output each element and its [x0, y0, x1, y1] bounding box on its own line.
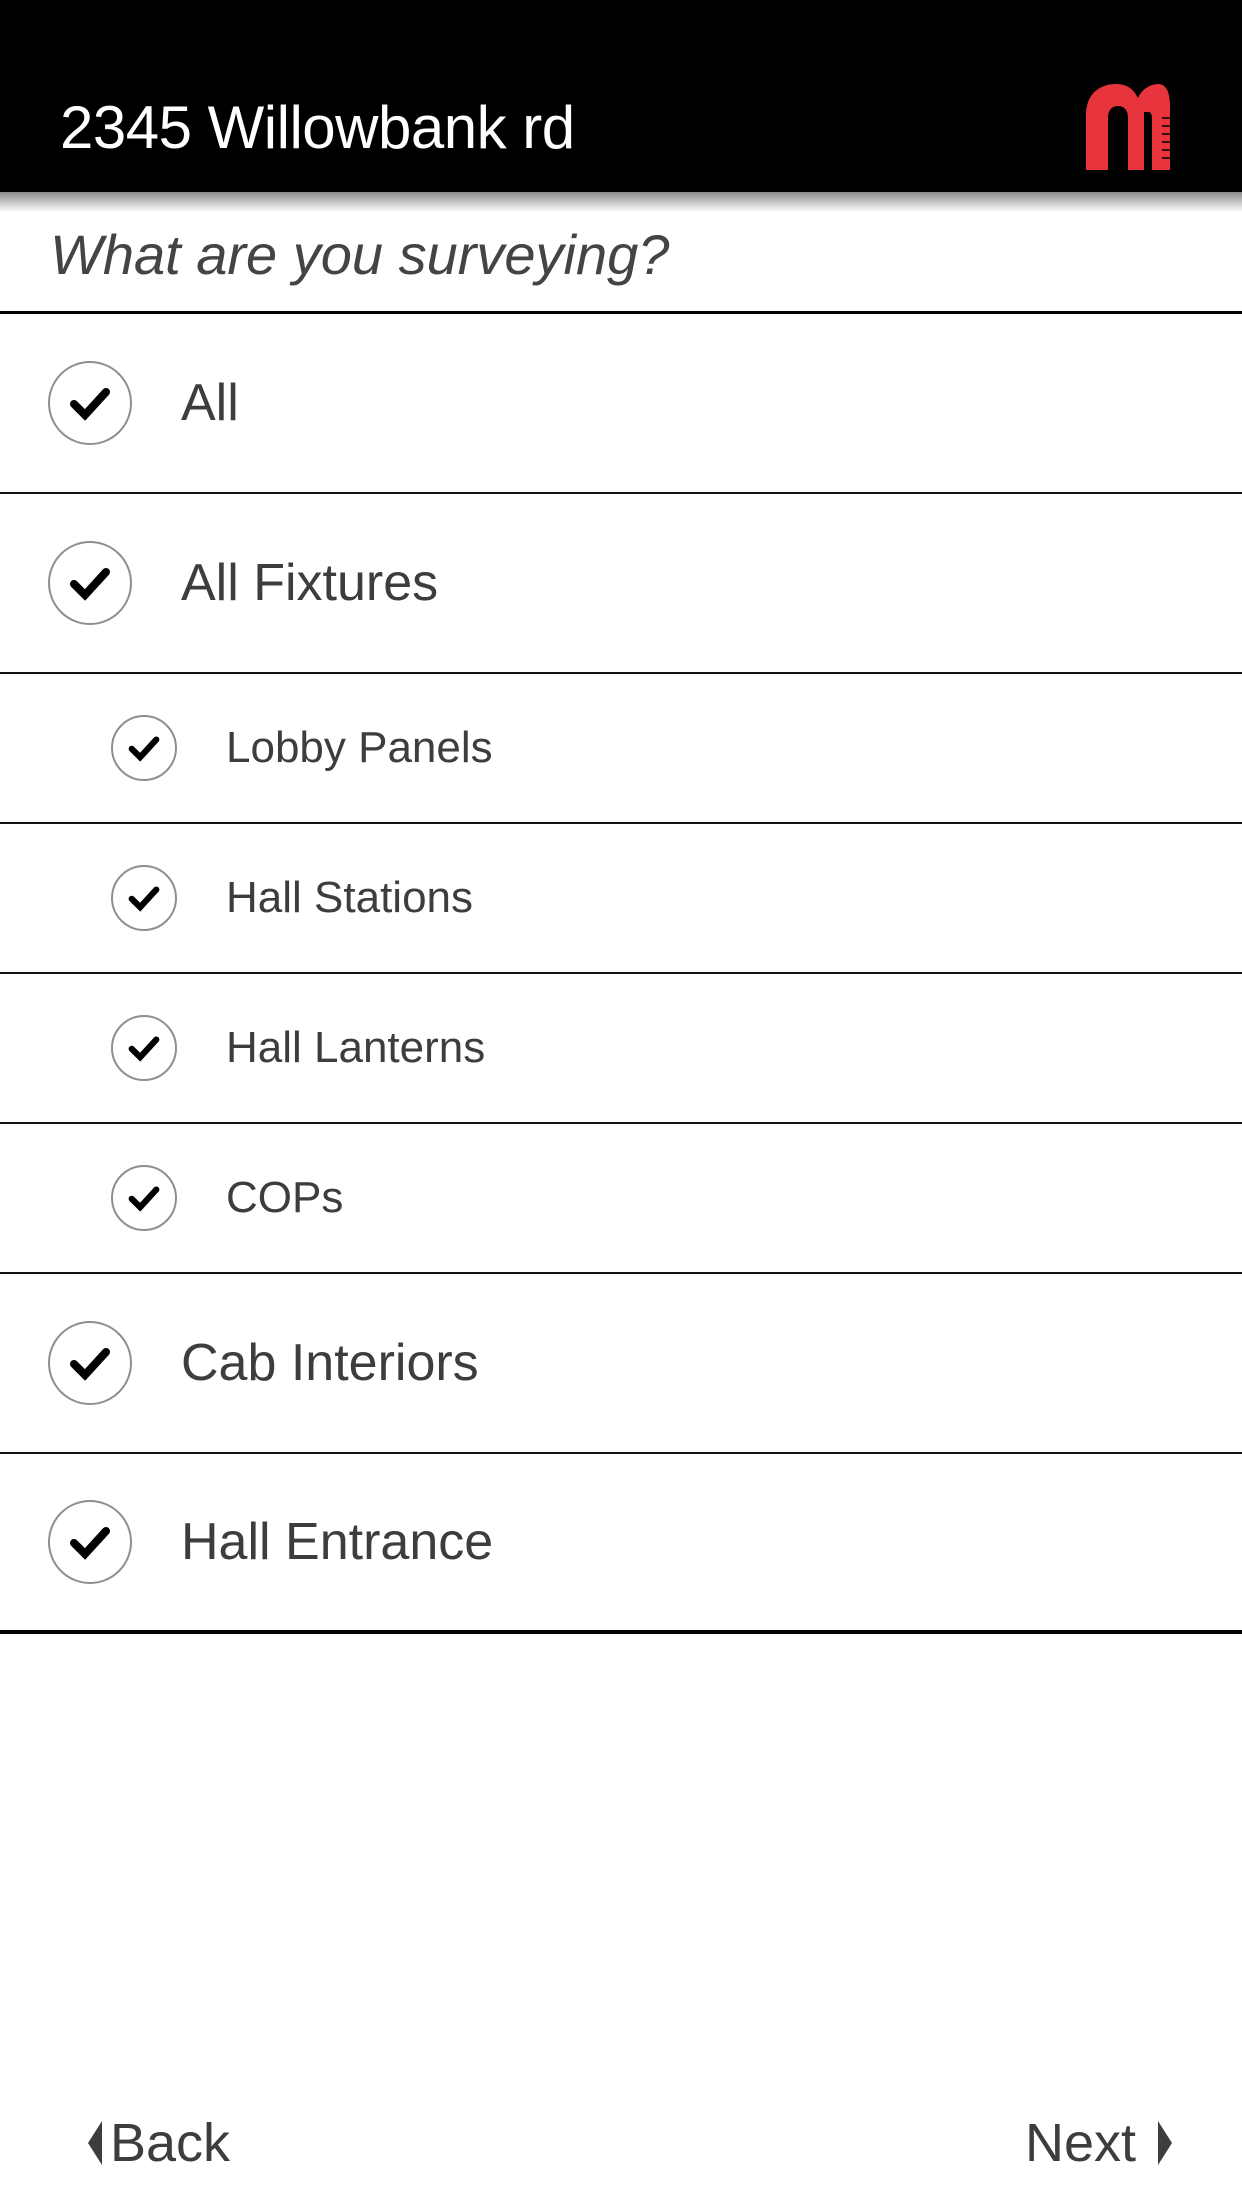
- option-hall-lanterns[interactable]: Hall Lanterns: [0, 974, 1242, 1124]
- checkmark-icon: [70, 1348, 110, 1381]
- back-label: Back: [110, 2113, 231, 2173]
- option-label: COPs: [226, 1173, 344, 1222]
- option-all-fixtures[interactable]: All Fixtures: [0, 494, 1242, 674]
- option-hall-entrance[interactable]: Hall Entrance: [0, 1454, 1242, 1634]
- checkmark-icon: [70, 568, 110, 601]
- back-button[interactable]: Back: [88, 2108, 230, 2178]
- option-label: All: [181, 374, 239, 432]
- header-shadow: [0, 192, 1242, 212]
- next-button[interactable]: Next: [1025, 2108, 1172, 2178]
- checkbox-checked[interactable]: [48, 1321, 132, 1405]
- checkbox-checked[interactable]: [111, 1165, 177, 1231]
- option-hall-stations[interactable]: Hall Stations: [0, 824, 1242, 974]
- option-label: Hall Lanterns: [226, 1023, 486, 1072]
- checkmark-icon: [70, 388, 110, 421]
- survey-options-list: All All Fixtures Lobby Panels Hall Stati…: [0, 314, 1242, 1634]
- triangle-left-icon: [88, 2121, 102, 2165]
- option-label: All Fixtures: [181, 554, 439, 612]
- checkbox-checked[interactable]: [111, 865, 177, 931]
- option-cab-interiors[interactable]: Cab Interiors: [0, 1274, 1242, 1454]
- option-lobby-panels[interactable]: Lobby Panels: [0, 674, 1242, 824]
- checkbox-checked[interactable]: [48, 541, 132, 625]
- checkmark-icon: [70, 1527, 110, 1560]
- option-label: Cab Interiors: [181, 1334, 479, 1392]
- option-cops[interactable]: COPs: [0, 1124, 1242, 1274]
- brand-logo-icon: [1082, 82, 1172, 172]
- checkmark-icon: [128, 1186, 160, 1212]
- checkmark-icon: [128, 736, 160, 762]
- checkbox-checked[interactable]: [111, 715, 177, 781]
- page-title: 2345 Willowbank rd: [60, 94, 575, 161]
- checkmark-icon: [128, 886, 160, 912]
- option-label: Lobby Panels: [226, 723, 493, 772]
- option-all[interactable]: All: [0, 314, 1242, 494]
- triangle-right-icon: [1158, 2121, 1172, 2165]
- checkbox-checked[interactable]: [111, 1015, 177, 1081]
- option-label: Hall Entrance: [181, 1513, 494, 1571]
- app-header: 2345 Willowbank rd: [0, 0, 1242, 192]
- next-label: Next: [1024, 2113, 1136, 2173]
- checkbox-checked[interactable]: [48, 1500, 132, 1584]
- checkbox-checked[interactable]: [48, 361, 132, 445]
- survey-question: What are you surveying?: [50, 223, 670, 286]
- option-label: Hall Stations: [226, 873, 474, 922]
- checkmark-icon: [128, 1036, 160, 1062]
